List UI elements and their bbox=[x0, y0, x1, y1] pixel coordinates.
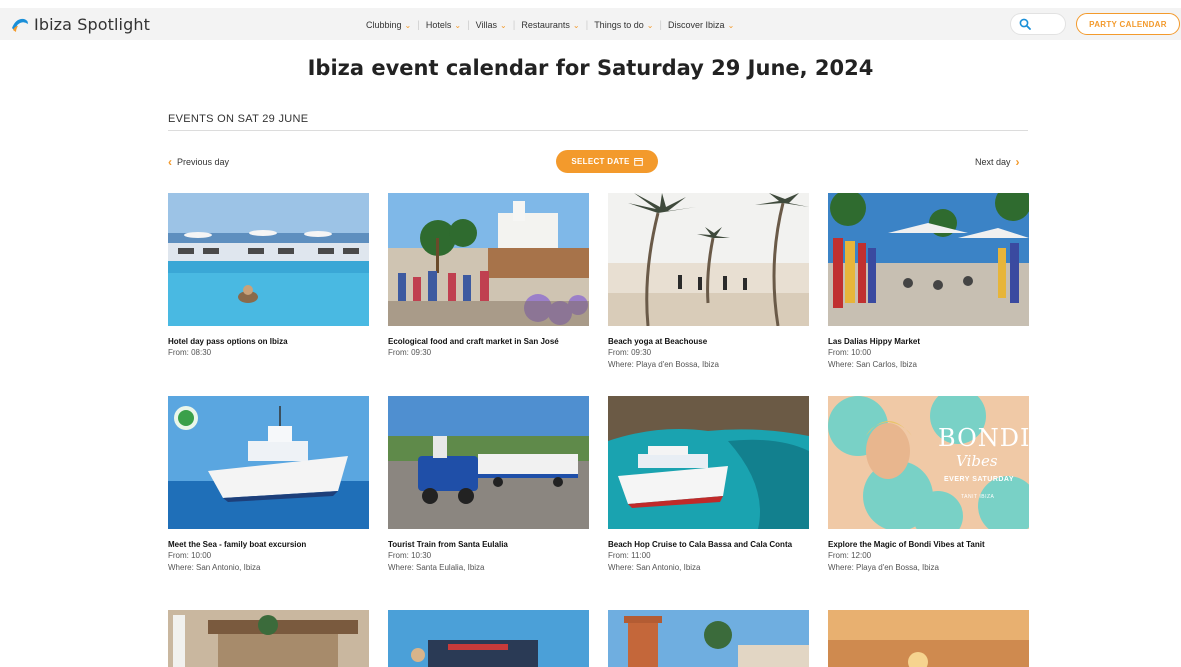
event-title[interactable]: Meet the Sea - family boat excursion bbox=[168, 540, 369, 549]
event-image-tower[interactable] bbox=[608, 610, 809, 667]
select-date-button[interactable]: SELECT DATE bbox=[556, 150, 658, 173]
nav-divider: | bbox=[467, 19, 470, 31]
nav-clubbing[interactable]: Clubbing ⌄ bbox=[366, 20, 411, 30]
nav-discover-ibiza[interactable]: Discover Ibiza ⌄ bbox=[668, 20, 734, 30]
logo-text: Ibiza Spotlight bbox=[34, 14, 150, 34]
section-heading: EVENTS ON SAT 29 JUNE bbox=[168, 113, 309, 125]
nav-label: Discover Ibiza bbox=[668, 20, 725, 30]
nav-divider: | bbox=[417, 19, 420, 31]
event-time: From: 08:30 bbox=[168, 348, 212, 357]
wave-logo-icon bbox=[12, 18, 28, 32]
nav-hotels[interactable]: Hotels ⌄ bbox=[426, 20, 461, 30]
chevron-down-icon: ⌄ bbox=[404, 20, 412, 30]
chevron-down-icon: ⌄ bbox=[727, 20, 735, 30]
chevron-down-icon: ⌄ bbox=[572, 20, 580, 30]
event-title[interactable]: Las Dalias Hippy Market bbox=[828, 337, 1029, 346]
main-nav: Clubbing ⌄ | Hotels ⌄ | Villas ⌄ | Restaura… bbox=[366, 18, 734, 32]
calendar-icon bbox=[633, 158, 643, 166]
search-button[interactable] bbox=[1010, 13, 1066, 35]
nav-divider: | bbox=[512, 19, 516, 31]
event-image-beach-hop-cruise[interactable] bbox=[608, 396, 809, 529]
search-icon bbox=[1019, 18, 1031, 30]
event-location: Where: San Antonio, Ibiza bbox=[168, 563, 261, 572]
event-image-bondi-vibes[interactable]: BONDI Vibes EVERY SATURDAY TANIT IBIZA bbox=[828, 396, 1029, 529]
top-navigation-bar: Ibiza Spotlight Clubbing ⌄ | Hotels ⌄ | Vi… bbox=[0, 8, 1181, 40]
previous-day-label: Previous day bbox=[177, 157, 230, 167]
event-time: From: 09:30 bbox=[388, 348, 432, 357]
nav-label: Hotels bbox=[425, 20, 452, 30]
previous-day-link[interactable]: ‹ Previous day bbox=[168, 155, 229, 169]
chevron-down-icon: ⌄ bbox=[646, 20, 654, 30]
event-card[interactable] bbox=[828, 610, 1029, 667]
chevron-right-icon: › bbox=[1015, 155, 1020, 169]
event-card[interactable]: Beach Hop Cruise to Cala Bassa and Cala … bbox=[608, 396, 809, 573]
nav-villas[interactable]: Villas ⌄ bbox=[476, 20, 507, 30]
event-card[interactable] bbox=[168, 610, 369, 667]
event-card[interactable] bbox=[388, 610, 589, 667]
nav-divider: | bbox=[585, 19, 589, 31]
event-card[interactable]: Beach yoga at Beachouse From: 09:30 Wher… bbox=[608, 193, 809, 370]
chevron-left-icon: ‹ bbox=[168, 155, 172, 169]
event-title[interactable]: Explore the Magic of Bondi Vibes at Tani… bbox=[828, 540, 1029, 549]
event-title[interactable]: Ecological food and craft market in San … bbox=[388, 337, 589, 346]
event-image-restaurant[interactable] bbox=[168, 610, 369, 667]
event-card[interactable]: Meet the Sea - family boat excursion Fro… bbox=[168, 396, 369, 573]
page-title: Ibiza event calendar for Saturday 29 Jun… bbox=[307, 56, 874, 80]
event-image-tourist-train[interactable] bbox=[388, 396, 589, 529]
event-location: Where: Playa d'en Bossa, Ibiza bbox=[608, 360, 719, 369]
event-location: Where: Santa Eulalia, Ibiza bbox=[388, 563, 485, 572]
next-day-label: Next day bbox=[975, 157, 1011, 167]
bondi-script-text: Vibes bbox=[956, 452, 998, 470]
party-calendar-button[interactable]: PARTY CALENDAR bbox=[1076, 13, 1180, 35]
event-card[interactable]: Ecological food and craft market in San … bbox=[388, 193, 589, 358]
event-time: From: 11:00 bbox=[608, 551, 651, 560]
event-card[interactable]: Las Dalias Hippy Market From: 10:00 Wher… bbox=[828, 193, 1029, 370]
event-card[interactable]: Hotel day pass options on Ibiza From: 08… bbox=[168, 193, 369, 358]
nav-label: Things to do bbox=[594, 20, 644, 30]
event-image-sunset[interactable] bbox=[828, 610, 1029, 667]
chevron-down-icon: ⌄ bbox=[454, 20, 462, 30]
event-image-hotel-pool[interactable] bbox=[168, 193, 369, 326]
event-location: Where: Playa d'en Bossa, Ibiza bbox=[828, 563, 939, 572]
nav-label: Villas bbox=[475, 20, 498, 30]
next-day-link[interactable]: Next day › bbox=[975, 155, 1020, 169]
event-image-beach-yoga[interactable] bbox=[608, 193, 809, 326]
select-date-label: SELECT DATE bbox=[571, 157, 630, 166]
event-time: From: 12:00 bbox=[828, 551, 872, 560]
site-logo[interactable]: Ibiza Spotlight bbox=[10, 13, 150, 35]
event-card[interactable]: Tourist Train from Santa Eulalia From: 1… bbox=[388, 396, 589, 573]
event-location: Where: San Antonio, Ibiza bbox=[608, 563, 701, 572]
event-time: From: 09:30 bbox=[608, 348, 652, 357]
event-card[interactable]: BONDI Vibes EVERY SATURDAY TANIT IBIZA E… bbox=[828, 396, 1029, 573]
nav-label: Restaurants bbox=[521, 20, 570, 30]
event-image-hippy-market[interactable] bbox=[828, 193, 1029, 326]
nav-label: Clubbing bbox=[366, 20, 402, 30]
nav-divider: | bbox=[659, 19, 663, 31]
event-image-jeep-tour[interactable] bbox=[388, 610, 589, 667]
nav-restaurants[interactable]: Restaurants ⌄ bbox=[521, 20, 579, 30]
event-time: From: 10:00 bbox=[168, 551, 212, 560]
event-card[interactable] bbox=[608, 610, 809, 667]
event-time: From: 10:00 bbox=[828, 348, 872, 357]
event-title[interactable]: Tourist Train from Santa Eulalia bbox=[388, 540, 589, 549]
chevron-down-icon: ⌄ bbox=[500, 20, 507, 30]
bondi-venue-text: TANIT IBIZA bbox=[961, 494, 995, 500]
event-location: Where: San Carlos, Ibiza bbox=[828, 360, 917, 369]
bondi-brand-text: BONDI bbox=[938, 424, 1029, 452]
event-title[interactable]: Beach yoga at Beachouse bbox=[608, 337, 809, 346]
section-divider bbox=[168, 130, 1028, 131]
event-time: From: 10:30 bbox=[388, 551, 432, 560]
event-title[interactable]: Beach Hop Cruise to Cala Bassa and Cala … bbox=[608, 540, 809, 549]
bondi-day-text: EVERY SATURDAY bbox=[944, 476, 1015, 483]
event-image-family-boat[interactable] bbox=[168, 396, 369, 529]
event-title[interactable]: Hotel day pass options on Ibiza bbox=[168, 337, 369, 346]
nav-things-to-do[interactable]: Things to do ⌄ bbox=[594, 20, 653, 30]
event-image-market[interactable] bbox=[388, 193, 589, 326]
